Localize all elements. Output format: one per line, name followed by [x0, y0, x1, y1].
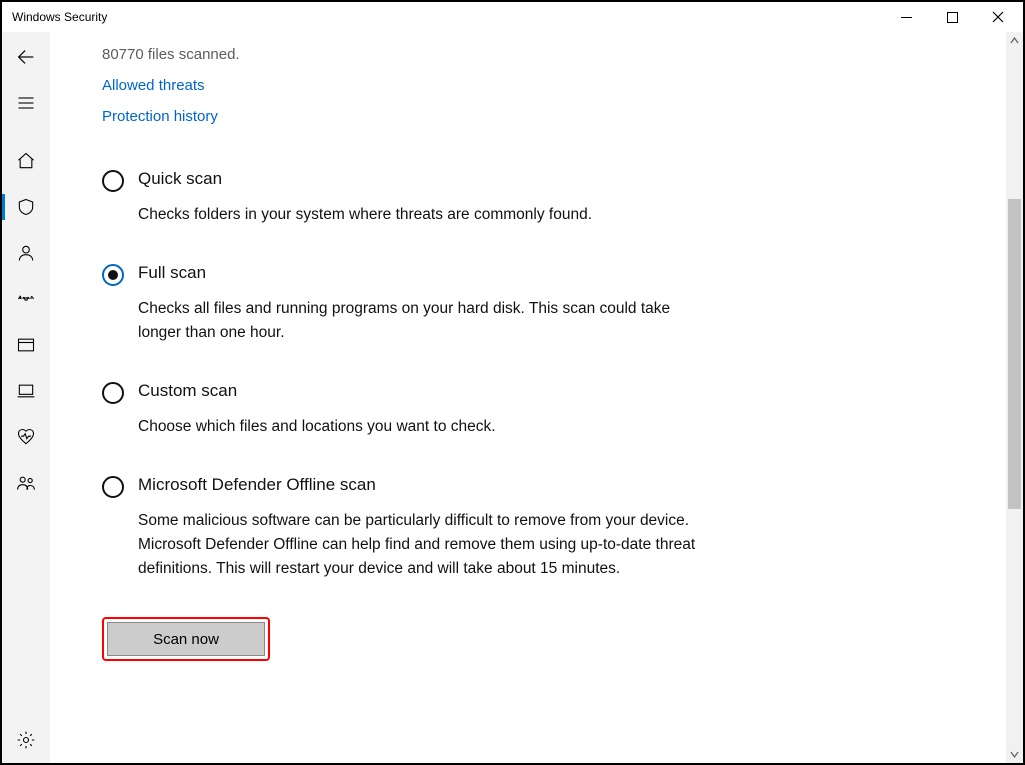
protection-history-link[interactable]: Protection history [102, 108, 1006, 125]
main-content: 80770 files scanned. Allowed threats Pro… [50, 32, 1006, 763]
scan-now-highlight: Scan now [102, 617, 1006, 661]
device-security-icon[interactable] [2, 368, 50, 414]
custom-scan-desc: Choose which files and locations you wan… [138, 415, 496, 439]
scan-now-button[interactable]: Scan now [107, 622, 265, 656]
scroll-up-arrow[interactable] [1006, 32, 1023, 49]
family-icon[interactable] [2, 460, 50, 506]
app-window: Windows Security [0, 0, 1025, 765]
shield-icon[interactable] [2, 184, 50, 230]
scroll-down-arrow[interactable] [1006, 746, 1023, 763]
window-controls [883, 2, 1021, 32]
offline-scan-desc: Some malicious software can be particula… [138, 509, 698, 581]
custom-scan-option[interactable]: Custom scan Choose which files and locat… [102, 381, 742, 439]
full-scan-title: Full scan [138, 263, 698, 283]
window-title: Windows Security [12, 10, 107, 24]
scroll-thumb[interactable] [1008, 199, 1021, 509]
quick-scan-radio[interactable] [102, 170, 124, 192]
account-icon[interactable] [2, 230, 50, 276]
full-scan-desc: Checks all files and running programs on… [138, 297, 698, 345]
quick-scan-desc: Checks folders in your system where thre… [138, 203, 592, 227]
titlebar: Windows Security [2, 2, 1023, 32]
close-button[interactable] [975, 2, 1021, 32]
device-health-icon[interactable] [2, 414, 50, 460]
vertical-scrollbar[interactable] [1006, 32, 1023, 763]
app-browser-icon[interactable] [2, 322, 50, 368]
hamburger-button[interactable] [2, 80, 50, 126]
nav-rail [2, 32, 50, 763]
full-scan-radio[interactable] [102, 264, 124, 286]
settings-icon[interactable] [2, 717, 50, 763]
body: 80770 files scanned. Allowed threats Pro… [2, 32, 1023, 763]
minimize-button[interactable] [883, 2, 929, 32]
offline-scan-title: Microsoft Defender Offline scan [138, 475, 698, 495]
scan-summary: 80770 files scanned. [102, 46, 1006, 63]
maximize-button[interactable] [929, 2, 975, 32]
home-icon[interactable] [2, 138, 50, 184]
quick-scan-title: Quick scan [138, 169, 592, 189]
offline-scan-radio[interactable] [102, 476, 124, 498]
custom-scan-title: Custom scan [138, 381, 496, 401]
back-button[interactable] [2, 34, 50, 80]
custom-scan-radio[interactable] [102, 382, 124, 404]
content-wrap: 80770 files scanned. Allowed threats Pro… [50, 32, 1023, 763]
full-scan-option[interactable]: Full scan Checks all files and running p… [102, 263, 742, 345]
scroll-track[interactable] [1006, 49, 1023, 746]
allowed-threats-link[interactable]: Allowed threats [102, 77, 1006, 94]
firewall-icon[interactable] [2, 276, 50, 322]
quick-scan-option[interactable]: Quick scan Checks folders in your system… [102, 169, 742, 227]
offline-scan-option[interactable]: Microsoft Defender Offline scan Some mal… [102, 475, 742, 581]
scan-options: Quick scan Checks folders in your system… [102, 169, 1006, 581]
